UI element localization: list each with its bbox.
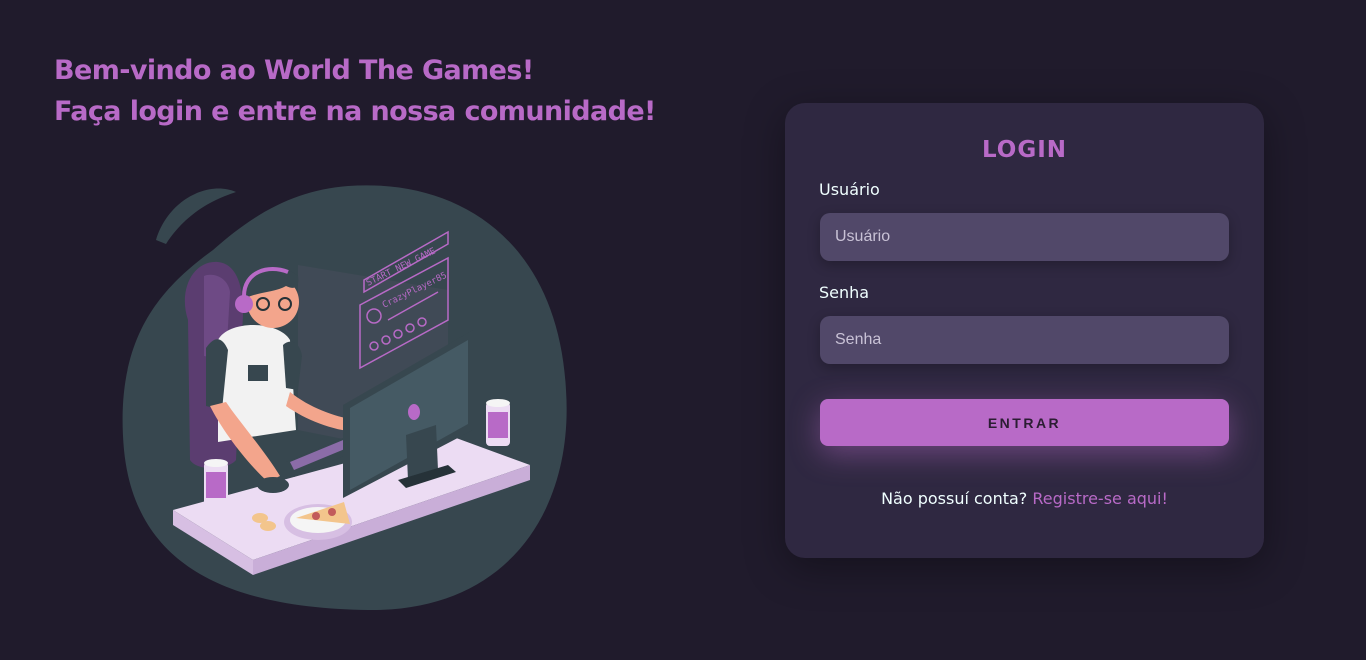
illustration-blob-accent — [156, 188, 236, 244]
welcome-line-1: Bem-vindo ao World The Games! — [54, 55, 534, 86]
password-label: Senha — [819, 283, 870, 302]
energy-drink-can-right — [486, 399, 510, 446]
signup-prompt: Não possuí conta? Registre-se aqui! — [785, 489, 1264, 508]
login-card: LOGIN Usuário Senha ENTRAR Não possuí co… — [785, 103, 1264, 558]
username-input[interactable] — [820, 213, 1229, 261]
login-submit-button[interactable]: ENTRAR — [820, 399, 1229, 446]
headphones-icon — [235, 295, 253, 313]
welcome-line-2: Faça login e entre na nossa comunidade! — [54, 96, 656, 127]
welcome-heading: Bem-vindo ao World The Games! Faça login… — [54, 50, 656, 132]
energy-drink-can-left — [204, 459, 228, 506]
signup-prompt-text: Não possuí conta? — [881, 489, 1028, 508]
username-label: Usuário — [819, 180, 880, 199]
gamer-illustration: START NEW GAME CrazyPlayer85 — [122, 185, 567, 611]
login-page: Bem-vindo ao World The Games! Faça login… — [0, 0, 1366, 660]
signup-link[interactable]: Registre-se aqui! — [1032, 489, 1168, 508]
login-title: LOGIN — [981, 137, 1068, 163]
password-input[interactable] — [820, 316, 1229, 364]
